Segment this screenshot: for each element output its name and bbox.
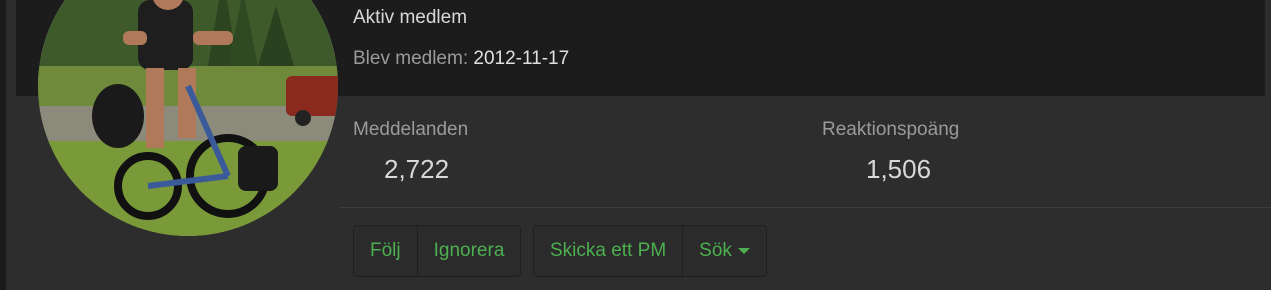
search-label: Sök: [699, 240, 732, 261]
stat-messages-value[interactable]: 2,722: [384, 154, 449, 185]
joined-label: Blev medlem:: [353, 48, 469, 69]
joined-date: Blev medlem: 2012-11-17: [353, 48, 569, 70]
ignore-button[interactable]: Ignorera: [416, 226, 521, 276]
caret-down-icon: [737, 248, 750, 254]
search-button[interactable]: Sök: [682, 226, 766, 276]
stat-messages-label: Meddelanden: [353, 119, 469, 140]
divider: [339, 207, 1271, 208]
send-pm-button[interactable]: Skicka ett PM: [534, 226, 682, 276]
follow-ignore-group: Följ Ignorera: [353, 225, 522, 277]
user-title: Aktiv medlem: [353, 7, 468, 28]
message-search-group: Skicka ett PM Sök: [533, 225, 767, 277]
stat-reactions-value[interactable]: 1,506: [866, 154, 931, 185]
joined-value: 2012-11-17: [473, 48, 570, 69]
stat-reactions-label: Reaktionspoäng: [822, 119, 960, 140]
follow-button[interactable]: Följ: [354, 226, 417, 276]
